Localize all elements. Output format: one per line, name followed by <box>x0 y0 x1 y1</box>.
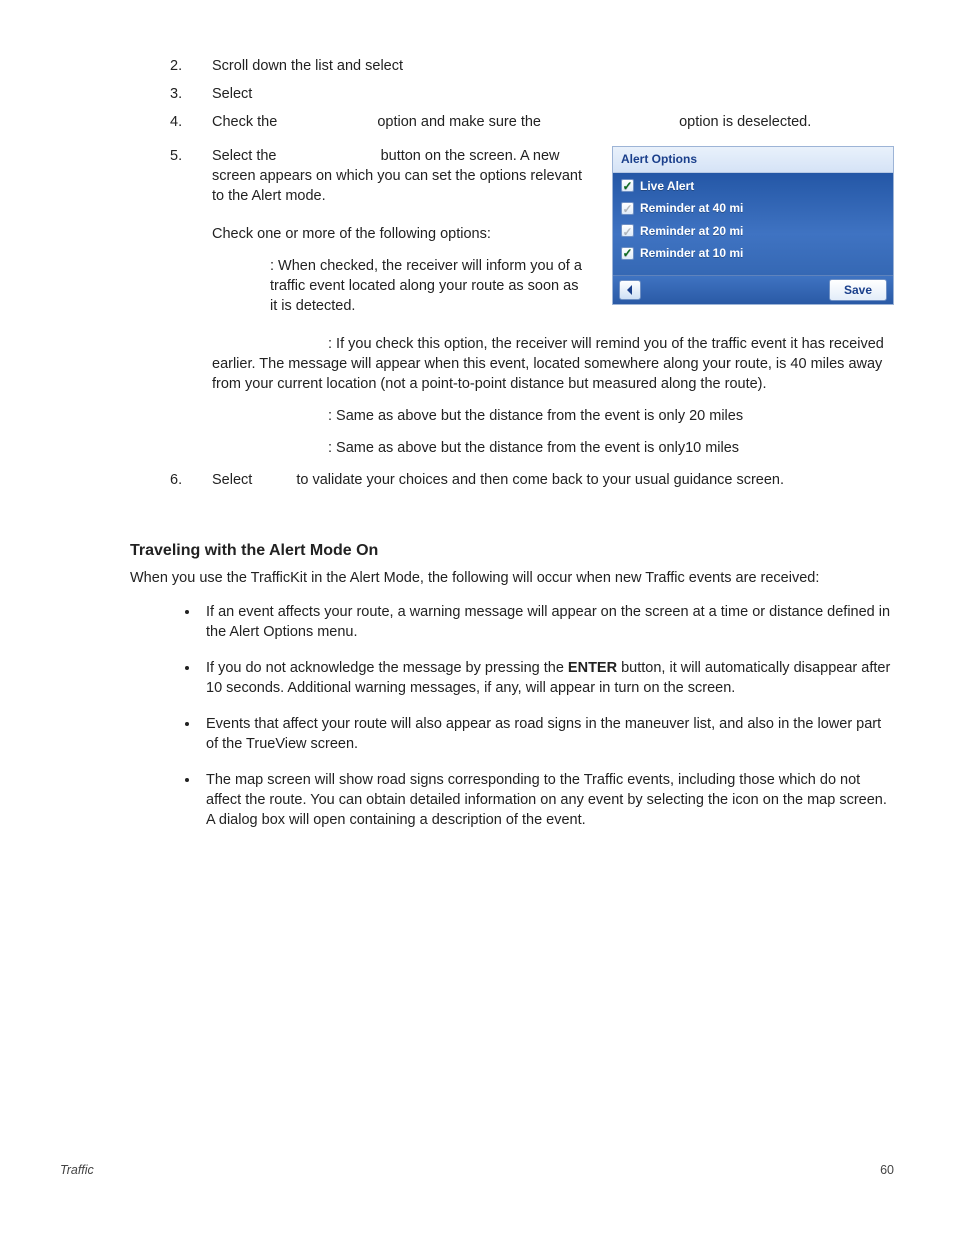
alert-options-screenshot: Alert Options ✓ Live Alert ✓ Reminder at… <box>612 146 894 305</box>
device-option-row[interactable]: ✓ Live Alert <box>613 175 893 198</box>
bullet-item: If an event affects your route, a warnin… <box>200 602 894 642</box>
footer-section: Traffic <box>60 1162 94 1179</box>
checkbox-icon[interactable]: ✓ <box>621 179 634 192</box>
bullet-item: The map screen will show road signs corr… <box>200 770 894 830</box>
back-button[interactable] <box>619 280 641 300</box>
device-option-label: Reminder at 40 mi <box>640 200 743 217</box>
device-body: ✓ Live Alert ✓ Reminder at 40 mi ✓ Remin… <box>613 173 893 275</box>
step-number: 6. <box>170 470 182 490</box>
footer-page-number: 60 <box>880 1162 894 1179</box>
device-title: Alert Options <box>613 147 893 173</box>
manual-page: 2. Scroll down the list and select 3. Se… <box>0 0 954 1235</box>
step-text: Check one or more of the following optio… <box>212 224 586 244</box>
bullet-item: If you do not acknowledge the message by… <box>200 658 894 698</box>
save-button[interactable]: Save <box>829 279 887 302</box>
checkbox-icon[interactable]: ✓ <box>621 202 634 215</box>
checkbox-icon[interactable]: ✓ <box>621 247 634 260</box>
step-number: 5. <box>170 146 182 166</box>
option-desc-20: : Same as above but the distance from th… <box>212 406 894 426</box>
bullet-list: If an event affects your route, a warnin… <box>60 602 894 830</box>
step-5-body: Select the button on the screen. A new s… <box>212 146 586 328</box>
key-name: ENTER <box>568 660 617 676</box>
step-5-continued: : If you check this option, the receiver… <box>212 334 894 458</box>
step-text-part: Check the <box>212 114 277 130</box>
step-4: 4. Check the option and make sure the op… <box>170 112 894 132</box>
option-desc-10: : Same as above but the distance from th… <box>212 438 894 458</box>
device-option-label: Reminder at 20 mi <box>640 223 743 240</box>
page-footer: Traffic 60 <box>60 1162 894 1179</box>
step-number: 2. <box>170 56 182 76</box>
step-text: Scroll down the list and select <box>212 58 403 74</box>
bullet-item: Events that affect your route will also … <box>200 714 894 754</box>
step-text-part: Select the <box>212 148 277 164</box>
step-text-part: option and make sure the <box>377 114 541 130</box>
step-number: 4. <box>170 112 182 132</box>
device-option-label: Live Alert <box>640 178 694 195</box>
step-5: 5. Select the button on the screen. A ne… <box>170 146 894 458</box>
step-number: 3. <box>170 84 182 104</box>
checkbox-icon[interactable]: ✓ <box>621 224 634 237</box>
device-option-label: Reminder at 10 mi <box>640 245 743 262</box>
device-option-row[interactable]: ✓ Reminder at 10 mi <box>613 242 893 265</box>
device-option-row[interactable]: ✓ Reminder at 40 mi <box>613 197 893 220</box>
bullet-text-part: If you do not acknowledge the message by… <box>206 660 568 676</box>
option-desc-40: : If you check this option, the receiver… <box>212 336 884 392</box>
step-text-part: option is deselected. <box>679 114 811 130</box>
section-heading: Traveling with the Alert Mode On <box>60 540 894 562</box>
device-option-row[interactable]: ✓ Reminder at 20 mi <box>613 220 893 243</box>
step-text: Select <box>212 86 252 102</box>
step-2: 2. Scroll down the list and select <box>170 56 894 76</box>
option-desc-live: : When checked, the receiver will inform… <box>270 258 582 314</box>
step-6: 6. Select to validate your choices and t… <box>170 470 894 490</box>
chevron-left-icon <box>625 285 635 295</box>
step-3: 3. Select <box>170 84 894 104</box>
procedure-list: 2. Scroll down the list and select 3. Se… <box>60 56 894 490</box>
step-text-part: Select <box>212 472 252 488</box>
step-text-part: to validate your choices and then come b… <box>296 472 784 488</box>
section-intro: When you use the TrafficKit in the Alert… <box>60 568 894 588</box>
